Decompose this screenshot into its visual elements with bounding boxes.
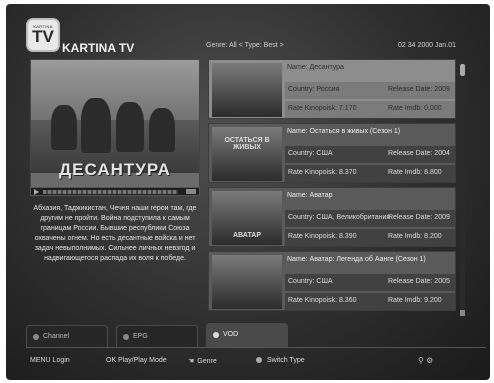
movie-meta-row: Country: США, Великобритания Release Dat… — [285, 210, 455, 227]
play-icon[interactable] — [34, 189, 39, 195]
movie-thumbnail — [212, 255, 282, 309]
tab-bar: Channel EPG VOD — [26, 323, 486, 347]
poster-title: ДЕСАНТУРА — [59, 160, 171, 179]
preview-poster: ДЕСАНТУРА — [30, 59, 200, 194]
ok-play-hint[interactable]: OK Play/Play Mode — [106, 357, 167, 364]
movie-kinopoisk: Rate Kinopoisk: 7.170 — [288, 105, 357, 112]
list-item[interactable]: Name: Десантура Country: Россия Release … — [208, 59, 456, 119]
tab-divider — [26, 347, 486, 348]
switch-type-hint[interactable]: Switch Type — [256, 357, 305, 364]
movie-kinopoisk: Rate Kinopoisk: 8.360 — [288, 297, 357, 304]
status-icons: ⚲ ⚙ — [418, 356, 433, 365]
tab-label: Channel — [43, 333, 70, 340]
movie-rating-row: Rate Kinopoisk: 8.390 Rate Imdb: 8.200 — [285, 229, 455, 246]
movie-name: Name: Аватар — [287, 192, 333, 199]
tab-epg[interactable]: EPG — [116, 325, 198, 347]
movie-release: Release Date: 2004 — [388, 150, 450, 157]
clock: 02 34 2000 Jan.01 — [398, 42, 456, 49]
playback-bar[interactable] — [30, 187, 200, 196]
movie-thumbnail: АВАТАР — [212, 191, 282, 245]
progress-track[interactable] — [43, 190, 178, 194]
tab-dot-icon — [213, 332, 219, 338]
scroll-down-arrow-icon[interactable] — [460, 310, 465, 316]
movie-release: Release Date: 2005 — [388, 278, 450, 285]
scrollbar-thumb[interactable] — [460, 64, 465, 76]
movie-imdb: Rate Imdb: 0.000 — [388, 105, 442, 112]
movie-country: Country: США — [288, 278, 333, 285]
search-icon: ⚲ — [418, 356, 424, 365]
tv-screen: KARTINA TV KARTINA TV Genre: All < Type:… — [6, 4, 490, 380]
app-title: KARTINA TV — [62, 41, 135, 55]
movie-thumbnail: ОСТАТЬСЯ В ЖИВЫХ — [212, 127, 282, 181]
movie-name: Name: Остаться в живых (Сезон 1) — [287, 128, 401, 135]
colored-button-icon — [256, 357, 262, 363]
movie-imdb: Rate Imdb: 9.200 — [388, 297, 442, 304]
genre-hint-label: Genre — [197, 358, 217, 365]
movie-description: Абхазия, Таджикистан, Чечня наши герои т… — [33, 205, 197, 262]
hand-icon: ☚ — [188, 358, 195, 365]
tab-label: VOD — [223, 331, 239, 338]
kartina-logo: KARTINA TV — [26, 18, 60, 52]
filter-info[interactable]: Genre: All < Type: Best > — [206, 42, 284, 49]
list-item[interactable]: Name: Аватар: Легенда об Аанге (Сезон 1)… — [208, 251, 456, 311]
movie-release: Release Date: 2009 — [388, 214, 450, 221]
movie-thumbnail — [212, 63, 282, 117]
vod-list: Name: Десантура Country: Россия Release … — [208, 59, 456, 319]
movie-meta-row: Country: США Release Date: 2004 — [285, 146, 455, 163]
settings-icon: ⚙ — [426, 356, 434, 365]
menu-login-hint[interactable]: MENU Login — [30, 357, 70, 364]
movie-kinopoisk: Rate Kinopoisk: 8.390 — [288, 233, 357, 240]
movie-rating-row: Rate Kinopoisk: 8.360 Rate Imdb: 9.200 — [285, 293, 455, 310]
genre-hint[interactable]: ☚ Genre — [188, 357, 217, 365]
movie-country: Country: США, Великобритания — [288, 214, 391, 221]
tab-channel[interactable]: Channel — [26, 325, 108, 347]
movie-name: Name: Десантура — [287, 64, 344, 71]
movie-meta-row: Country: Россия Release Date: 2009 — [285, 82, 455, 99]
list-item[interactable]: АВАТАР Name: Аватар Country: США, Велико… — [208, 187, 456, 247]
tab-label: EPG — [133, 333, 148, 340]
movie-imdb: Rate Imdb: 8.800 — [388, 169, 442, 176]
movie-meta-row: Country: США Release Date: 2005 — [285, 274, 455, 291]
stop-icon[interactable] — [186, 189, 196, 194]
movie-rating-row: Rate Kinopoisk: 7.170 Rate Imdb: 0.000 — [285, 101, 455, 118]
movie-imdb: Rate Imdb: 8.200 — [388, 233, 442, 240]
movie-kinopoisk: Rate Kinopoisk: 8.370 — [288, 169, 357, 176]
logo-tv-text: TV — [32, 27, 54, 46]
movie-country: Country: США — [288, 150, 333, 157]
tab-dot-icon — [123, 334, 129, 340]
remote-hints: MENU Login OK Play/Play Mode ☚ Genre Swit… — [6, 351, 490, 371]
switch-type-label: Switch Type — [267, 357, 305, 364]
tab-vod[interactable]: VOD — [206, 323, 288, 347]
list-scrollbar[interactable] — [460, 62, 465, 316]
movie-name: Name: Аватар: Легенда об Аанге (Сезон 1) — [287, 256, 426, 263]
movie-country: Country: Россия — [288, 86, 340, 93]
movie-rating-row: Rate Kinopoisk: 8.370 Rate Imdb: 8.800 — [285, 165, 455, 182]
list-item[interactable]: ОСТАТЬСЯ В ЖИВЫХ Name: Остаться в живых … — [208, 123, 456, 183]
movie-release: Release Date: 2009 — [388, 86, 450, 93]
tab-dot-icon — [33, 334, 39, 340]
